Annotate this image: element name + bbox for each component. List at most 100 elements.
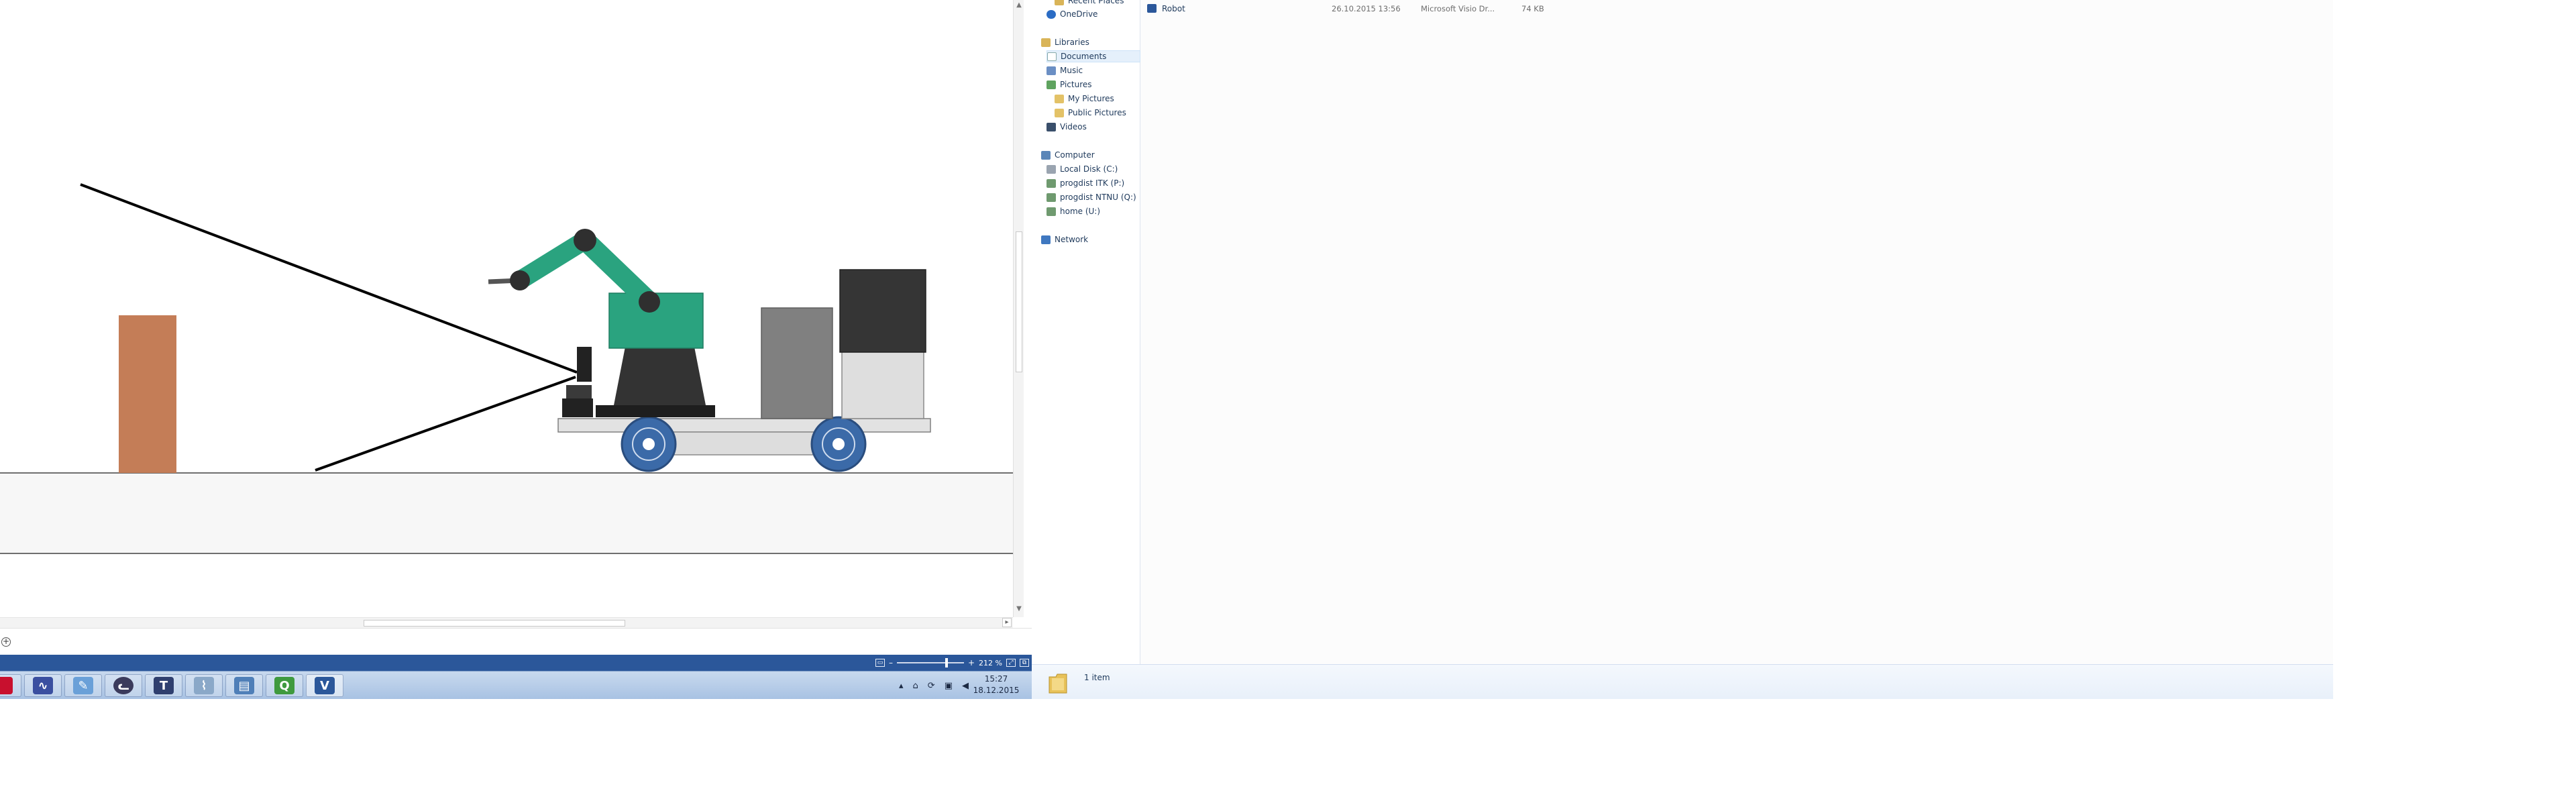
nav-label: Recent Places [1068, 0, 1124, 5]
robot-drawing [0, 183, 1013, 554]
nav-libraries[interactable]: Libraries [1041, 36, 1089, 48]
navigation-pane: Recent Places OneDrive Libraries Documen… [1032, 0, 1140, 664]
file-name: Robot [1162, 4, 1185, 13]
nav-label: Videos [1060, 122, 1087, 131]
taskbar-app-visio[interactable]: V [306, 674, 343, 697]
visio-icon: V [315, 677, 335, 694]
scroll-up-arrow[interactable]: ▲ [1015, 1, 1023, 9]
zoom-slider[interactable] [896, 658, 964, 667]
taskbar-app-matlab[interactable]: ∿ [24, 674, 62, 697]
nav-documents[interactable]: Documents [1046, 50, 1140, 62]
visio-file-icon [1147, 4, 1157, 13]
robot-base-plate [596, 405, 715, 417]
file-list: Robot 26.10.2015 13:56 Microsoft Visio D… [1140, 0, 2333, 664]
floor [0, 473, 1013, 553]
nav-public-pictures[interactable]: Public Pictures [1055, 107, 1126, 119]
cloud-icon [1046, 9, 1056, 19]
joint-wrist [510, 270, 530, 290]
nav-my-pictures[interactable]: My Pictures [1055, 93, 1114, 105]
taskbar: ∿ ✎ ᓚ T ⌇ ▤ Q V ▴ ⌂ ⟳ ▣ ◀ 15:27 18.12.20… [0, 671, 1032, 699]
nav-label: home (U:) [1060, 207, 1101, 216]
taskbar-app-qt-creator[interactable]: Q [266, 674, 303, 697]
nav-label: OneDrive [1060, 9, 1098, 19]
tower-lower [841, 350, 924, 419]
libraries-icon [1041, 38, 1051, 47]
nav-label: Libraries [1055, 38, 1089, 47]
system-tray: ▴ ⌂ ⟳ ▣ ◀ [899, 676, 969, 696]
nav-onedrive[interactable]: OneDrive [1046, 8, 1097, 20]
drawing-canvas[interactable] [0, 0, 1013, 617]
pictures-icon [1046, 80, 1056, 89]
videos-icon [1046, 122, 1056, 131]
cat-icon: ᓚ [113, 677, 133, 694]
taskbar-clock[interactable]: 15:27 18.12.2015 [966, 674, 1026, 696]
arm-lower-link [575, 230, 659, 312]
recent-places-icon [1055, 0, 1064, 5]
file-date: 26.10.2015 13:56 [1332, 4, 1401, 13]
scroll-down-arrow[interactable]: ▼ [1015, 605, 1023, 613]
folder-icon: ▤ [234, 677, 254, 694]
zoom-slider-knob[interactable] [945, 658, 948, 667]
taskbar-app-acrobat[interactable] [0, 674, 21, 697]
documents-icon [1047, 52, 1057, 61]
switch-windows-icon[interactable]: ⧉ [1020, 659, 1029, 667]
nav-local-disk[interactable]: Local Disk (C:) [1046, 163, 1118, 175]
zoom-controls: ▭ – + 212 % ⤢ ⧉ [875, 657, 1029, 668]
nav-computer[interactable]: Computer [1041, 149, 1095, 161]
vertical-scrollbar[interactable]: ▲ ▼ [1013, 0, 1024, 617]
network-tray-icon[interactable]: ⌂ [913, 681, 918, 691]
gray-box [761, 307, 833, 419]
network-drive-icon [1046, 178, 1056, 188]
fit-page-icon[interactable]: ⤢ [1006, 659, 1016, 667]
sensor-line-lower [315, 376, 576, 472]
network-drive-icon [1046, 207, 1056, 216]
taskbar-app-texmaker[interactable]: T [145, 674, 182, 697]
file-size: 74 KB [1521, 4, 1544, 13]
page-tabs-bar: + [0, 628, 1032, 655]
visio-status-bar: ▭ – + 212 % ⤢ ⧉ [0, 655, 1032, 671]
tray-expand-icon[interactable]: ▴ [899, 681, 904, 691]
brush-icon: ⌇ [194, 677, 214, 694]
clock-date: 18.12.2015 [973, 686, 1020, 695]
paint-icon: ✎ [73, 677, 93, 694]
nav-progdist-itk[interactable]: progdist ITK (P:) [1046, 177, 1124, 189]
vertical-scroll-thumb[interactable] [1016, 231, 1022, 372]
taskbar-app-paint[interactable]: ✎ [64, 674, 102, 697]
nav-label: My Pictures [1068, 94, 1114, 103]
taskbar-app-cat[interactable]: ᓚ [105, 674, 142, 697]
wheel-left-hub [643, 438, 655, 450]
nav-music[interactable]: Music [1046, 64, 1083, 76]
nav-home[interactable]: home (U:) [1046, 205, 1100, 217]
presentation-mode-icon[interactable]: ▭ [875, 659, 885, 667]
nav-label: progdist NTNU (Q:) [1060, 193, 1136, 202]
nav-label: progdist ITK (P:) [1060, 178, 1125, 188]
nav-label: Computer [1055, 150, 1095, 160]
zoom-out-icon[interactable]: – [889, 658, 893, 667]
nav-network[interactable]: Network [1041, 233, 1088, 246]
horizontal-scroll-thumb[interactable] [364, 620, 625, 627]
nav-videos[interactable]: Videos [1046, 121, 1087, 133]
nav-recent-places[interactable]: Recent Places [1055, 0, 1124, 7]
zoom-level[interactable]: 212 % [979, 659, 1002, 667]
nav-label: Documents [1061, 52, 1107, 61]
scroll-right-arrow[interactable]: ▸ [1002, 618, 1012, 627]
sensor-neck [566, 385, 592, 398]
taskbar-app-explorer[interactable]: ▤ [225, 674, 263, 697]
add-page-icon[interactable]: + [1, 637, 11, 647]
details-pane: 1 item [1032, 664, 2333, 699]
taskbar-app-brush[interactable]: ⌇ [185, 674, 223, 697]
zoom-in-icon[interactable]: + [968, 658, 975, 667]
monitor-tray-icon[interactable]: ▣ [945, 681, 953, 691]
file-type: Microsoft Visio Dr... [1421, 4, 1495, 13]
nav-label: Network [1055, 235, 1089, 244]
nav-progdist-ntnu[interactable]: progdist NTNU (Q:) [1046, 191, 1136, 203]
item-count: 1 item [1084, 673, 1110, 682]
horizontal-scrollbar[interactable]: ▸ [0, 617, 1013, 628]
list-item[interactable]: Robot 26.10.2015 13:56 Microsoft Visio D… [1147, 3, 1818, 15]
sync-tray-icon[interactable]: ⟳ [928, 681, 935, 691]
sensor-head [577, 347, 592, 382]
network-drive-icon [1046, 193, 1056, 202]
nav-pictures[interactable]: Pictures [1046, 78, 1092, 91]
cart-platform [557, 418, 931, 433]
music-icon [1046, 66, 1056, 75]
